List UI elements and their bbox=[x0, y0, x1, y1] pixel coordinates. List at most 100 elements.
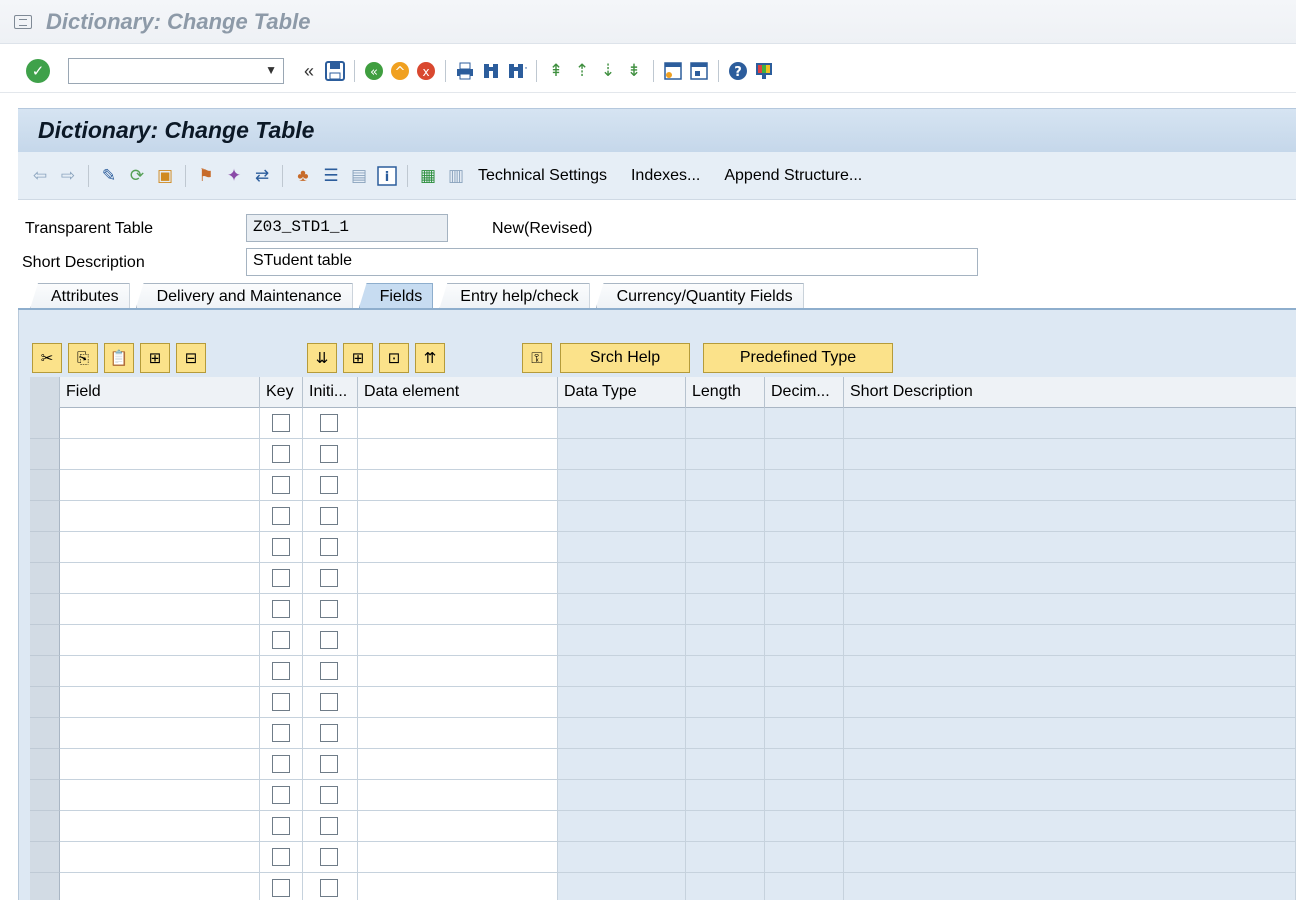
column-header-data-type[interactable]: Data Type bbox=[558, 377, 686, 408]
key-cell[interactable] bbox=[260, 408, 303, 439]
key-cell[interactable] bbox=[260, 811, 303, 842]
initial-values-checkbox[interactable] bbox=[320, 662, 338, 680]
key-checkbox[interactable] bbox=[272, 817, 290, 835]
insert-field-icon[interactable]: ⊞ bbox=[343, 343, 373, 373]
field-cell[interactable] bbox=[60, 656, 260, 687]
data-element-cell[interactable] bbox=[358, 470, 558, 501]
field-cell[interactable] bbox=[60, 842, 260, 873]
key-cell[interactable] bbox=[260, 594, 303, 625]
cancel-icon[interactable]: x bbox=[415, 60, 437, 82]
field-cell[interactable] bbox=[60, 718, 260, 749]
row-selector[interactable] bbox=[30, 563, 60, 594]
back-icon[interactable]: « bbox=[363, 60, 385, 82]
row-selector[interactable] bbox=[30, 749, 60, 780]
paste-icon[interactable]: 📋 bbox=[104, 343, 134, 373]
key-cell[interactable] bbox=[260, 532, 303, 563]
where-used-icon[interactable]: ⇄ bbox=[251, 165, 273, 187]
graphic-icon[interactable]: ▦ bbox=[417, 165, 439, 187]
column-header-length[interactable]: Length bbox=[686, 377, 765, 408]
initial-cell[interactable] bbox=[303, 501, 358, 532]
field-cell[interactable] bbox=[60, 501, 260, 532]
data-element-cell[interactable] bbox=[358, 532, 558, 563]
initial-cell[interactable] bbox=[303, 563, 358, 594]
forward-arrow-icon[interactable]: ⇨ bbox=[57, 165, 79, 187]
activate-icon[interactable]: ⚑ bbox=[195, 165, 217, 187]
initial-cell[interactable] bbox=[303, 811, 358, 842]
initial-values-checkbox[interactable] bbox=[320, 693, 338, 711]
field-cell[interactable] bbox=[60, 594, 260, 625]
row-selector[interactable] bbox=[30, 842, 60, 873]
short-description-field[interactable]: STudent table bbox=[246, 248, 978, 276]
layout-menu-icon[interactable] bbox=[753, 60, 775, 82]
initial-cell[interactable] bbox=[303, 687, 358, 718]
data-element-cell[interactable] bbox=[358, 842, 558, 873]
field-cell[interactable] bbox=[60, 749, 260, 780]
column-header-data-element[interactable]: Data element bbox=[358, 377, 558, 408]
initial-values-checkbox[interactable] bbox=[320, 755, 338, 773]
align-icon[interactable]: ☰ bbox=[320, 165, 342, 187]
key-cell[interactable] bbox=[260, 842, 303, 873]
data-element-cell[interactable] bbox=[358, 439, 558, 470]
last-page-icon[interactable]: ⇟ bbox=[623, 60, 645, 82]
key-cell[interactable] bbox=[260, 439, 303, 470]
print-icon[interactable] bbox=[454, 60, 476, 82]
predefined-type-button[interactable]: Predefined Type bbox=[703, 343, 893, 373]
initial-cell[interactable] bbox=[303, 873, 358, 900]
initial-cell[interactable] bbox=[303, 842, 358, 873]
row-selector[interactable] bbox=[30, 718, 60, 749]
row-selector[interactable] bbox=[30, 594, 60, 625]
data-element-cell[interactable] bbox=[358, 563, 558, 594]
data-element-cell[interactable] bbox=[358, 687, 558, 718]
include-icon[interactable]: ⊡ bbox=[379, 343, 409, 373]
find-icon[interactable] bbox=[480, 60, 502, 82]
tab-currency-quantity-fields[interactable]: Currency/Quantity Fields bbox=[595, 283, 804, 309]
indexes-button[interactable]: Indexes... bbox=[631, 167, 700, 185]
initial-values-checkbox[interactable] bbox=[320, 724, 338, 742]
data-element-cell[interactable] bbox=[358, 625, 558, 656]
previous-page-icon[interactable]: ⇡ bbox=[571, 60, 593, 82]
initial-values-checkbox[interactable] bbox=[320, 848, 338, 866]
initial-values-checkbox[interactable] bbox=[320, 538, 338, 556]
key-cell[interactable] bbox=[260, 749, 303, 780]
row-selector[interactable] bbox=[30, 656, 60, 687]
initial-cell[interactable] bbox=[303, 656, 358, 687]
expand-icon[interactable]: ⇊ bbox=[307, 343, 337, 373]
command-field[interactable]: ▼ bbox=[68, 57, 284, 84]
back-arrow-icon[interactable]: ⇦ bbox=[29, 165, 51, 187]
key-search-icon[interactable]: ⚿ bbox=[522, 343, 552, 373]
key-checkbox[interactable] bbox=[272, 507, 290, 525]
initial-values-checkbox[interactable] bbox=[320, 445, 338, 463]
field-cell[interactable] bbox=[60, 439, 260, 470]
data-element-cell[interactable] bbox=[358, 780, 558, 811]
column-header-short-description[interactable]: Short Description bbox=[844, 377, 1296, 408]
initial-cell[interactable] bbox=[303, 594, 358, 625]
field-cell[interactable] bbox=[60, 687, 260, 718]
technical-settings-button[interactable]: Technical Settings bbox=[478, 167, 607, 185]
field-cell[interactable] bbox=[60, 532, 260, 563]
append-structure-button[interactable]: Append Structure... bbox=[724, 167, 862, 185]
row-selector[interactable] bbox=[30, 439, 60, 470]
select-all-cell[interactable] bbox=[30, 377, 60, 408]
initial-cell[interactable] bbox=[303, 625, 358, 656]
tab-fields[interactable]: Fields bbox=[358, 283, 434, 309]
data-element-cell[interactable] bbox=[358, 749, 558, 780]
initial-cell[interactable] bbox=[303, 532, 358, 563]
display-change-icon[interactable]: ✎ bbox=[98, 165, 120, 187]
initial-cell[interactable] bbox=[303, 470, 358, 501]
field-cell[interactable] bbox=[60, 780, 260, 811]
initial-values-checkbox[interactable] bbox=[320, 600, 338, 618]
table-view-icon[interactable]: ▤ bbox=[348, 165, 370, 187]
enter-check-icon[interactable]: ✓ bbox=[26, 58, 50, 83]
menu-icon[interactable] bbox=[14, 14, 32, 29]
insert-row-icon[interactable]: ⊞ bbox=[140, 343, 170, 373]
key-checkbox[interactable] bbox=[272, 662, 290, 680]
column-header-key[interactable]: Key bbox=[260, 377, 303, 408]
row-selector[interactable] bbox=[30, 625, 60, 656]
initial-values-checkbox[interactable] bbox=[320, 786, 338, 804]
data-element-cell[interactable] bbox=[358, 873, 558, 900]
next-page-icon[interactable]: ⇣ bbox=[597, 60, 619, 82]
tab-attributes[interactable]: Attributes bbox=[30, 283, 130, 309]
key-cell[interactable] bbox=[260, 470, 303, 501]
magic-wand-icon[interactable]: ✦ bbox=[223, 165, 245, 187]
save-icon[interactable] bbox=[324, 60, 346, 82]
